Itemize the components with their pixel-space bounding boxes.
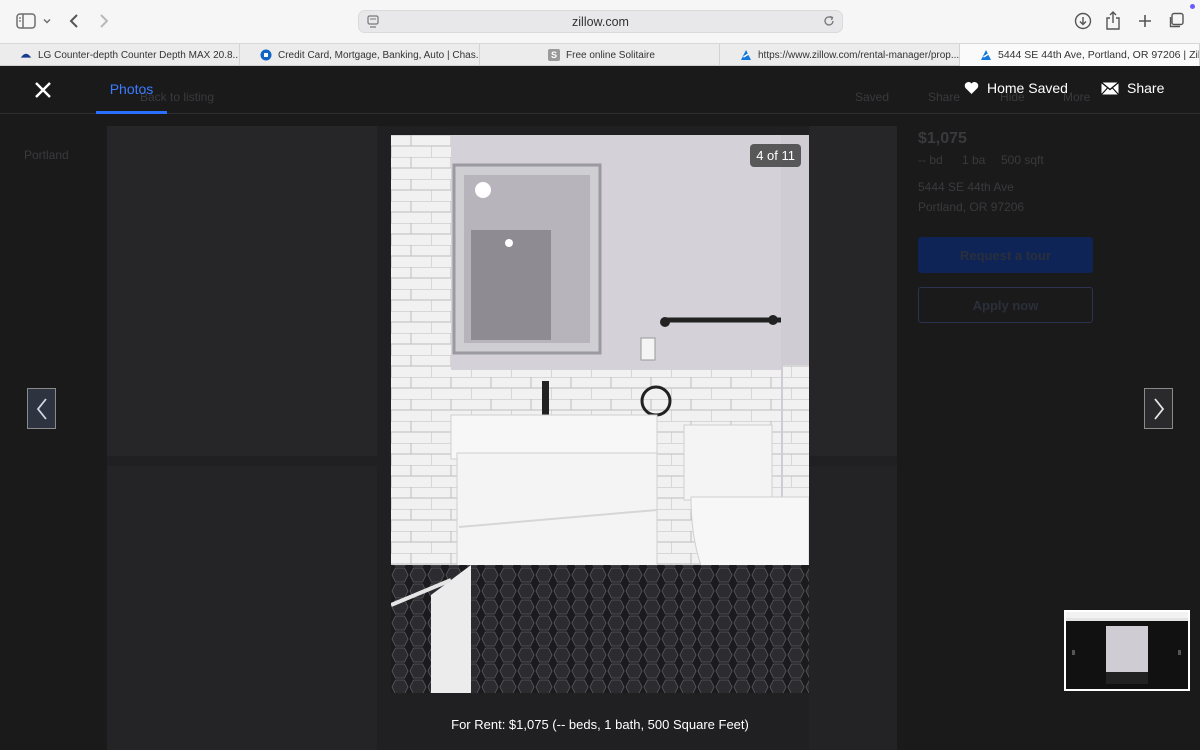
share-label: Share	[1127, 80, 1165, 96]
screenshot-thumbnail[interactable]	[1064, 610, 1190, 691]
baths-ghost: 1 ba	[962, 153, 986, 167]
browser-toolbar: zillow.com	[0, 0, 1200, 43]
tab-zillow-listing[interactable]: 5444 SE 44th Ave, Portland, OR 97206 | Z…	[960, 44, 1200, 66]
home-saved-button[interactable]: Home Saved	[964, 80, 1068, 96]
address-line1-ghost: 5444 SE 44th Ave	[918, 180, 1014, 194]
price-ghost: $1,075	[918, 130, 967, 147]
location-breadcrumb: Portland	[24, 148, 69, 162]
reload-icon[interactable]	[822, 14, 836, 33]
tab-label: https://www.zillow.com/rental-manager/pr…	[758, 49, 960, 61]
download-icon[interactable]	[1074, 10, 1092, 32]
sqft-ghost: 500 sqft	[1001, 153, 1044, 167]
request-tour-ghost: Request a tour	[918, 237, 1093, 273]
tab-zillow-rental-manager[interactable]: https://www.zillow.com/rental-manager/pr…	[720, 44, 960, 66]
lg-logo-icon	[20, 49, 32, 61]
chevron-right-icon	[1153, 397, 1164, 420]
forward-arrow-icon[interactable]	[98, 10, 110, 32]
chase-logo-icon	[260, 49, 272, 61]
back-arrow-icon[interactable]	[68, 10, 80, 32]
tab-label: 5444 SE 44th Ave, Portland, OR 97206 | Z…	[998, 49, 1200, 61]
share-browser-icon[interactable]	[1105, 10, 1121, 32]
notification-dot	[1190, 4, 1195, 9]
apply-now-ghost: Apply now	[918, 287, 1093, 323]
listing-photo: 4 of 11	[391, 135, 809, 693]
address-line2-ghost: Portland, OR 97206	[918, 200, 1025, 214]
thumbnail-preview-image	[1066, 612, 1188, 689]
tab-label: Free online Solitaire	[566, 49, 655, 61]
share-button[interactable]: Share	[1101, 80, 1164, 96]
tab-label: LG Counter-depth Counter Depth MAX 20.8.…	[38, 49, 240, 61]
tab-overview-icon[interactable]	[1167, 10, 1185, 32]
next-photo-button[interactable]	[1144, 388, 1173, 429]
zillow-logo-icon	[740, 49, 752, 61]
lightbox-header: Photos Home Saved Share	[0, 66, 1200, 114]
bathroom-photo-illustration	[391, 135, 809, 693]
new-tab-plus-icon[interactable]	[1137, 10, 1153, 32]
zillow-logo-icon	[980, 49, 992, 61]
tab-bar: LG Counter-depth Counter Depth MAX 20.8.…	[0, 43, 1200, 66]
home-saved-label: Home Saved	[987, 80, 1068, 96]
tab-solitaire[interactable]: S Free online Solitaire	[480, 44, 720, 66]
heart-icon	[964, 82, 979, 94]
chevron-down-icon[interactable]	[42, 10, 52, 32]
tab-lg[interactable]: LG Counter-depth Counter Depth MAX 20.8.…	[0, 44, 240, 66]
previous-photo-button[interactable]	[27, 388, 56, 429]
photo-caption: For Rent: $1,075 (-- beds, 1 bath, 500 S…	[451, 717, 749, 732]
solitaire-s-icon: S	[548, 49, 560, 61]
chevron-left-icon	[36, 397, 47, 420]
envelope-icon	[1101, 81, 1119, 95]
close-icon[interactable]	[32, 79, 54, 101]
sidebar-toggle-icon[interactable]	[16, 10, 36, 32]
tab-chase[interactable]: Credit Card, Mortgage, Banking, Auto | C…	[240, 44, 480, 66]
url-text: zillow.com	[572, 15, 629, 29]
tab-photos[interactable]: Photos	[96, 66, 167, 114]
photo-counter: 4 of 11	[750, 144, 801, 167]
beds-ghost: -- bd	[918, 153, 943, 167]
address-bar[interactable]: zillow.com	[358, 10, 843, 33]
tab-label: Credit Card, Mortgage, Banking, Auto | C…	[278, 49, 480, 61]
